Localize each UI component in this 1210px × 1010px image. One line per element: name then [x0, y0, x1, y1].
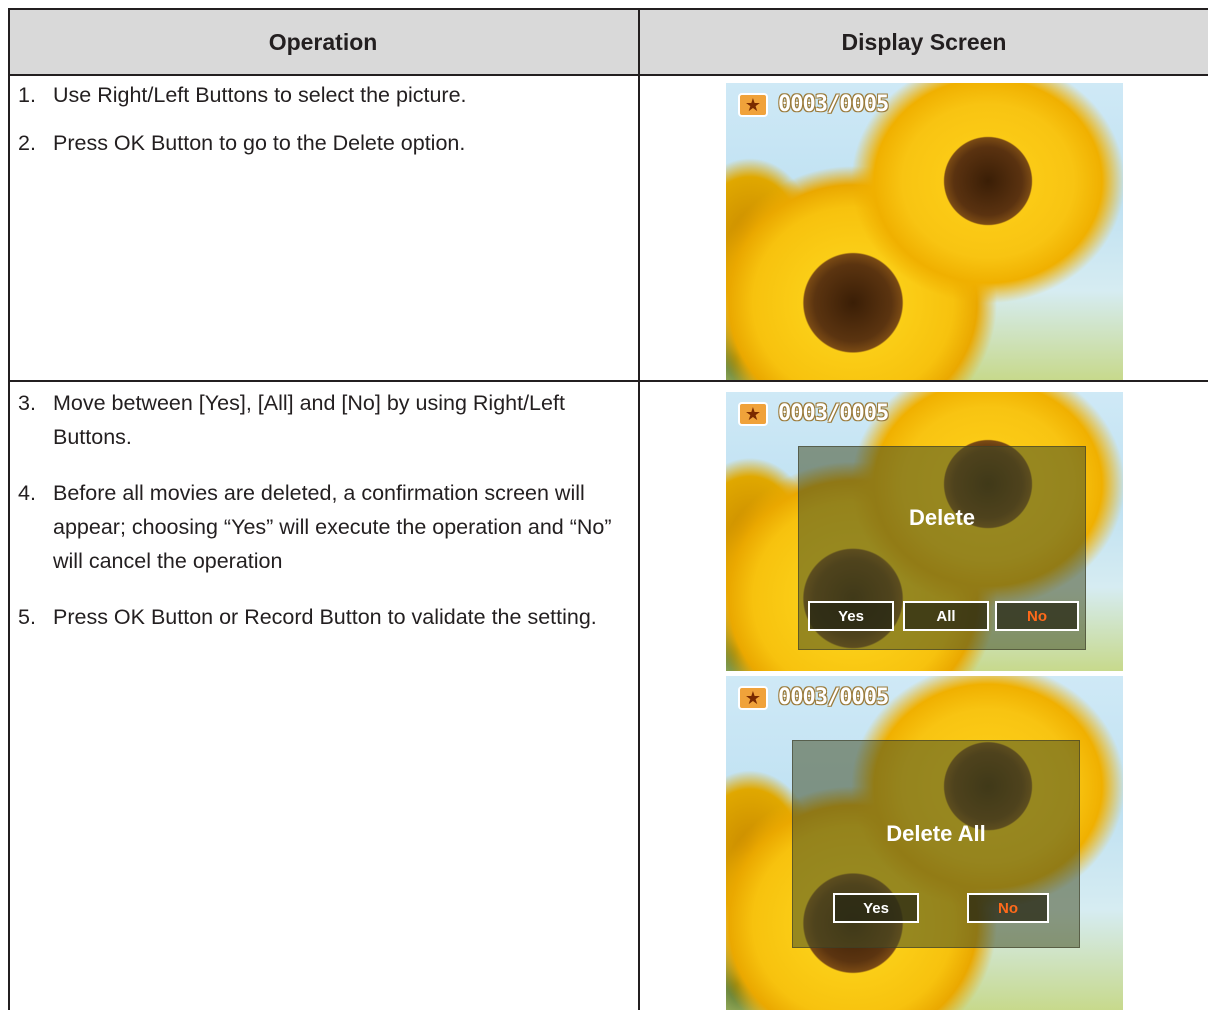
- delete-dialog: Delete Yes All No: [798, 446, 1086, 650]
- step-text: Move between [Yes], [All] and [No] by us…: [53, 391, 565, 449]
- instruction-table: Operation Display Screen 1. Use Right/Le…: [8, 8, 1208, 1010]
- delete-dialog-title: Delete: [908, 505, 976, 530]
- yes-button[interactable]: Yes: [833, 893, 919, 923]
- step-number: 3.: [18, 391, 36, 415]
- column-divider: [638, 8, 640, 1010]
- header-divider: [8, 74, 1208, 76]
- step-number: 4.: [18, 481, 36, 505]
- camera-screen-browse: ★ 0003/0005: [726, 83, 1123, 380]
- star-icon: ★: [738, 401, 768, 426]
- no-button[interactable]: No: [967, 893, 1049, 923]
- step-text: Press OK Button to go to the Delete opti…: [53, 131, 466, 155]
- delete-all-dialog-title: Delete All: [886, 821, 986, 846]
- sunflower-photo: [726, 83, 1123, 380]
- playback-hud: ★ 0003/0005: [738, 92, 889, 117]
- header-display-screen: Display Screen: [640, 8, 1208, 76]
- table-border-top: [8, 8, 1208, 10]
- step-text: Use Right/Left Buttons to select the pic…: [53, 83, 467, 107]
- file-counter: 0003/0005: [778, 685, 889, 710]
- playback-hud: ★ 0003/0005: [738, 401, 889, 426]
- star-icon: ★: [738, 685, 768, 710]
- header-operation-label: Operation: [268, 28, 378, 55]
- playback-hud: ★ 0003/0005: [738, 685, 889, 710]
- row-divider: [8, 380, 1208, 382]
- star-icon: ★: [738, 92, 768, 117]
- step-number: 1.: [18, 83, 36, 107]
- yes-button[interactable]: Yes: [808, 601, 894, 631]
- camera-screen-delete-all: ★ 0003/0005 Delete All Yes No: [726, 676, 1123, 1010]
- file-counter: 0003/0005: [778, 92, 889, 117]
- table-border-left: [8, 8, 10, 1010]
- no-button[interactable]: No: [995, 601, 1079, 631]
- delete-all-dialog: Delete All Yes No: [792, 740, 1080, 948]
- step-number: 2.: [18, 131, 36, 155]
- file-counter: 0003/0005: [778, 401, 889, 426]
- header-display-label: Display Screen: [841, 28, 1007, 55]
- camera-screen-delete: ★ 0003/0005 Delete Yes All No: [726, 392, 1123, 671]
- step-text: Press OK Button or Record Button to vali…: [53, 605, 597, 629]
- step-number: 5.: [18, 605, 36, 629]
- all-button[interactable]: All: [903, 601, 989, 631]
- step-text: Before all movies are deleted, a confirm…: [53, 481, 612, 573]
- header-operation: Operation: [8, 8, 638, 76]
